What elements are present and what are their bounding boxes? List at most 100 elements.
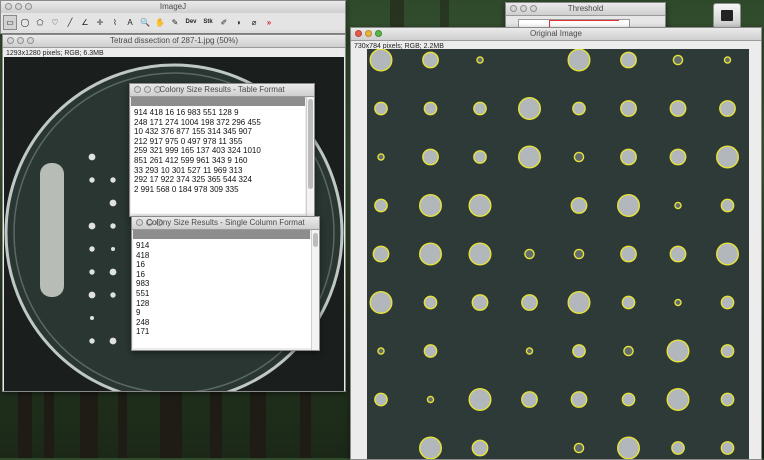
more-tools-icon[interactable]: » <box>262 15 276 30</box>
colony-circle <box>473 150 487 164</box>
colony-circle <box>723 56 732 64</box>
plate-colony <box>89 269 95 275</box>
colony-circle <box>570 197 588 214</box>
colony-circle <box>720 441 735 455</box>
plate-colony <box>111 247 115 251</box>
window-title: ImageJ <box>159 2 187 11</box>
colony-circle <box>669 245 687 263</box>
colony-circle <box>372 245 390 263</box>
colony-circle <box>573 442 585 454</box>
colony-circle <box>720 295 735 310</box>
imagej-window: ImageJ ▭ ◯ ⬠ ♡ ╱ ∠ ✛ ⌇ A 🔍 ✋ ✎ Dev Stk ✐ ◗ ⌀» <box>0 0 346 34</box>
single-column-titlebar[interactable]: Colony Size Results - Single Column Form… <box>132 217 319 230</box>
plate-colony <box>89 177 95 183</box>
tree-trunk <box>18 386 32 458</box>
colony-circle <box>419 242 443 266</box>
colony-circle <box>620 51 637 69</box>
line-tool-icon[interactable]: ╱ <box>63 15 77 30</box>
colony-circle <box>423 344 438 358</box>
colony-circle <box>617 436 640 459</box>
colony-circle <box>525 347 534 355</box>
colony-circle <box>468 193 492 217</box>
brush-tool-icon[interactable]: ✐ <box>217 15 231 30</box>
colony-circle <box>471 439 489 457</box>
table-header-bar <box>131 97 305 106</box>
colony-circle <box>621 392 636 407</box>
magnifier-tool-icon[interactable]: 🔍 <box>138 15 152 30</box>
colony-circle <box>671 441 685 455</box>
colony-circle <box>426 395 435 404</box>
colony-circle <box>369 290 393 314</box>
colony-circle <box>377 153 385 161</box>
imagej-toolbar: ▭ ◯ ⬠ ♡ ╱ ∠ ✛ ⌇ A 🔍 ✋ ✎ Dev Stk ✐ ◗ ⌀» <box>1 13 345 32</box>
plate-colony <box>89 246 95 252</box>
single-column-text[interactable]: 914 418 16 16 983 551 128 9 248 171 <box>133 239 311 348</box>
pick-tool-icon[interactable]: ⌀ <box>247 15 261 30</box>
tree-trunk <box>210 388 222 458</box>
table-format-titlebar[interactable]: Colony Size Results - Table Format <box>130 84 314 97</box>
colony-circle <box>524 248 535 260</box>
threshold-titlebar[interactable]: Threshold <box>506 3 665 16</box>
tree-trunk <box>300 388 311 458</box>
window-title: Tetrad dissection of 287-1.jpg (50%) <box>109 36 239 45</box>
colony-circle <box>567 290 591 314</box>
colony-circle <box>473 101 487 116</box>
plate-colony <box>88 153 96 161</box>
plate-colony <box>109 199 117 207</box>
colony-circle <box>374 198 388 213</box>
plate-colony <box>89 338 95 344</box>
tree-trunk <box>80 386 98 458</box>
tree-trunk <box>44 388 54 458</box>
text-tool-icon[interactable]: A <box>123 15 137 30</box>
colony-circle <box>620 100 637 117</box>
original-titlebar[interactable]: Original Image <box>351 28 761 41</box>
rectangle-tool-icon[interactable]: ▭ <box>3 15 17 30</box>
oval-tool-icon[interactable]: ◯ <box>18 15 32 30</box>
colony-circle <box>419 436 442 459</box>
hand-tool-icon[interactable]: ✋ <box>153 15 167 30</box>
colony-circle <box>572 344 586 358</box>
table-format-text[interactable]: 914 418 16 16 983 551 128 9 248 171 274 … <box>131 106 305 214</box>
dev-tool-icon[interactable]: Dev <box>183 15 199 30</box>
flood-tool-icon[interactable]: ◗ <box>232 15 246 30</box>
point-tool-icon[interactable]: ✛ <box>93 15 107 30</box>
colony-circle <box>620 245 637 263</box>
threshold-range <box>549 20 619 21</box>
colony-circle <box>468 388 492 412</box>
colony-circle <box>476 56 484 64</box>
polygon-tool-icon[interactable]: ⬠ <box>33 15 47 30</box>
tetrad-titlebar[interactable]: Tetrad dissection of 287-1.jpg (50%) <box>3 35 345 48</box>
colony-circle <box>422 148 439 166</box>
colony-circle <box>620 148 637 166</box>
window-title: Colony Size Results - Table Format <box>159 85 285 94</box>
dropper-tool-icon[interactable]: ✎ <box>168 15 182 30</box>
colony-circle <box>369 49 393 72</box>
original-image-window: Original Image 730x784 pixels; RGB; 2.2M… <box>350 27 762 460</box>
colony-circle <box>567 49 591 72</box>
plate-colony <box>109 337 117 345</box>
colony-circle <box>521 391 538 408</box>
colony-circle <box>517 97 541 121</box>
angle-tool-icon[interactable]: ∠ <box>78 15 92 30</box>
colony-circle <box>377 347 385 355</box>
vertical-scrollbar[interactable] <box>311 230 319 350</box>
colony-grid-image[interactable] <box>367 49 749 459</box>
drive-icon[interactable] <box>713 3 741 29</box>
colony-circle <box>471 294 489 311</box>
plate-colony <box>109 268 117 276</box>
plate-colony <box>110 292 116 298</box>
window-title: Original Image <box>529 29 583 38</box>
colony-circle <box>719 100 736 117</box>
plate-colony <box>110 223 116 229</box>
single-column-window: Colony Size Results - Single Column Form… <box>131 216 320 351</box>
vertical-scrollbar[interactable] <box>306 97 314 216</box>
colony-circle <box>672 54 684 66</box>
plate-colony <box>110 177 116 183</box>
tree-trunk <box>118 390 127 458</box>
colony-circle <box>716 145 740 169</box>
colony-circle <box>720 392 735 407</box>
wand-tool-icon[interactable]: ⌇ <box>108 15 122 30</box>
freehand-tool-icon[interactable]: ♡ <box>48 15 62 30</box>
stk-tool-icon[interactable]: Stk <box>200 15 216 30</box>
colony-circle <box>374 101 388 116</box>
